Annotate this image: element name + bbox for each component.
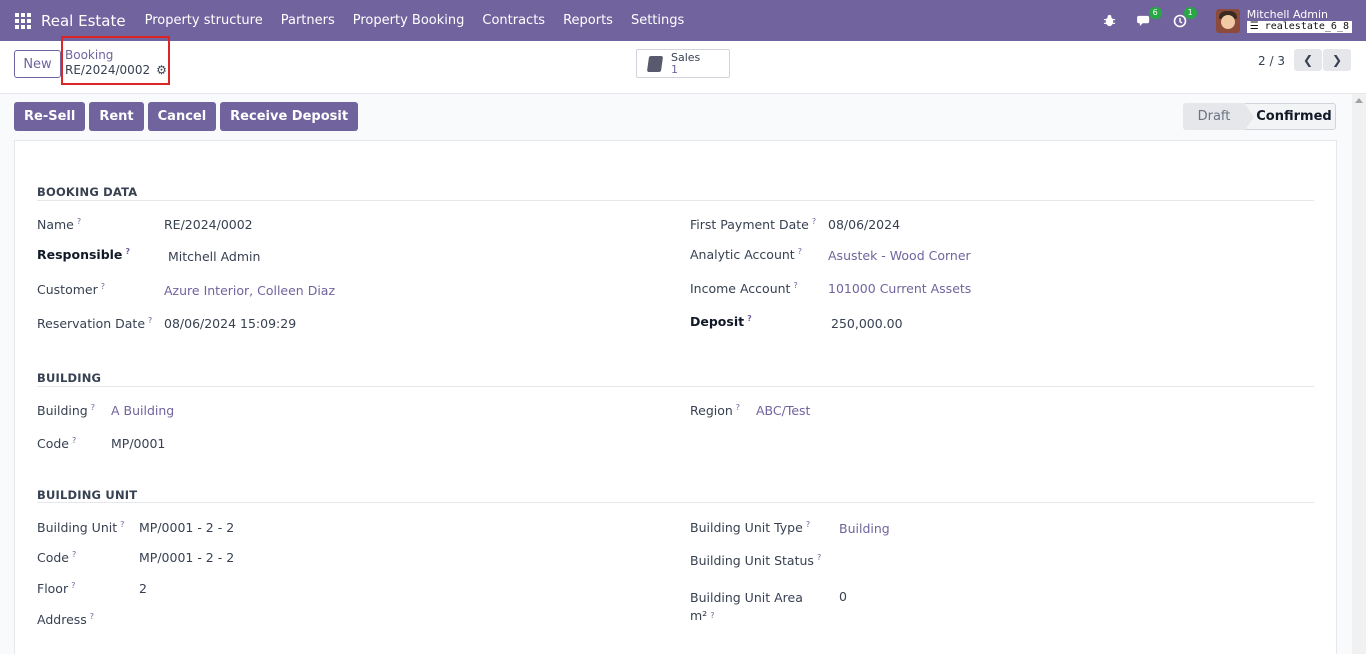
pager-next-button[interactable]: ❯ <box>1323 49 1351 71</box>
customer-value[interactable]: Azure Interior, Colleen Diaz <box>164 283 335 298</box>
building-unit-status-label: Building Unit Status? <box>690 553 822 568</box>
deposit-label: Deposit? <box>690 314 752 329</box>
rent-button[interactable]: Rent <box>89 102 144 131</box>
breadcrumb-current-label: RE/2024/0002 <box>65 63 151 77</box>
section-building: BUILDING <box>37 371 102 385</box>
income-account-value[interactable]: 101000 Current Assets <box>828 281 971 296</box>
menu-reports[interactable]: Reports <box>554 13 622 28</box>
apps-grid-icon[interactable] <box>15 12 31 29</box>
menu-property-structure[interactable]: Property structure <box>136 13 272 28</box>
status-confirmed[interactable]: Confirmed <box>1244 103 1336 131</box>
sales-label: Sales <box>671 50 701 64</box>
responsible-value[interactable]: Mitchell Admin <box>168 249 260 264</box>
pager-previous-button[interactable]: ❮ <box>1294 49 1322 71</box>
scroll-up-icon[interactable] <box>1355 98 1363 103</box>
responsible-label: Responsible? <box>37 247 131 262</box>
analytic-account-value[interactable]: Asustek - Wood Corner <box>828 248 971 263</box>
building-code-label: Code? <box>37 436 77 451</box>
book-icon <box>646 55 664 72</box>
breadcrumb-current: RE/2024/0002 ⚙ <box>65 62 167 78</box>
messages-icon[interactable]: 6 <box>1137 6 1162 29</box>
database-name: ☰ realestate_6_8 <box>1246 20 1352 33</box>
top-navbar: Real Estate Property structure Partners … <box>0 0 1366 41</box>
building-unit-area-value[interactable]: 0 <box>839 589 847 604</box>
building-value[interactable]: A Building <box>111 403 174 418</box>
section-divider <box>37 200 1314 201</box>
name-value[interactable]: RE/2024/0002 <box>164 217 253 232</box>
action-buttons: Re-Sell Rent Cancel Receive Deposit <box>14 102 362 131</box>
control-panel: New Booking RE/2024/0002 ⚙ Sales 1 2 / 3… <box>0 36 1366 94</box>
new-button[interactable]: New <box>14 50 61 78</box>
building-unit-label: Building Unit? <box>37 520 125 535</box>
customer-label: Customer? <box>37 282 105 297</box>
scrollbar[interactable] <box>1352 94 1366 654</box>
section-divider <box>37 502 1314 503</box>
activity-badge: 1 <box>1183 6 1197 19</box>
unit-code-label: Code? <box>37 550 77 565</box>
user-avatar[interactable] <box>1215 8 1240 33</box>
section-booking-data: BOOKING DATA <box>37 185 138 199</box>
building-unit-area-label: Building Unit Area m²? <box>690 590 803 623</box>
region-value[interactable]: ABC/Test <box>756 403 810 418</box>
app-brand[interactable]: Real Estate <box>41 12 126 30</box>
systray: 6 1 Mitchell Admin ☰ realestate_6_8 <box>1083 0 1352 41</box>
messages-badge: 6 <box>1148 6 1162 19</box>
status-bar: Draft Confirmed <box>1183 103 1336 131</box>
address-label: Address? <box>37 612 95 627</box>
user-menu[interactable]: Mitchell Admin ☰ realestate_6_8 <box>1246 7 1352 33</box>
database-icon: ☰ <box>1249 20 1259 32</box>
first-payment-date-value[interactable]: 08/06/2024 <box>828 217 900 232</box>
breadcrumb: Booking RE/2024/0002 ⚙ <box>61 36 170 85</box>
menu-partners[interactable]: Partners <box>272 13 344 28</box>
region-label: Region? <box>690 403 741 418</box>
activity-clock-icon[interactable]: 1 <box>1172 6 1197 29</box>
user-name: Mitchell Admin <box>1246 7 1329 21</box>
chevron-right-icon: ❯ <box>1331 53 1343 67</box>
first-payment-date-label: First Payment Date? <box>690 217 817 232</box>
resell-button[interactable]: Re-Sell <box>14 102 86 131</box>
floor-value[interactable]: 2 <box>139 581 147 596</box>
database-label: realestate_6_8 <box>1264 20 1349 32</box>
unit-code-value[interactable]: MP/0001 - 2 - 2 <box>139 550 234 565</box>
name-label: Name? <box>37 217 82 232</box>
building-unit-value[interactable]: MP/0001 - 2 - 2 <box>139 520 234 535</box>
gear-icon[interactable]: ⚙ <box>156 62 167 78</box>
building-unit-type-label: Building Unit Type? <box>690 520 811 535</box>
analytic-account-label: Analytic Account? <box>690 247 802 262</box>
receive-deposit-button[interactable]: Receive Deposit <box>220 102 359 131</box>
chevron-left-icon: ❮ <box>1302 53 1314 67</box>
deposit-value[interactable]: 250,000.00 <box>831 316 903 331</box>
menu-settings[interactable]: Settings <box>622 13 693 28</box>
sales-smart-button[interactable]: Sales 1 <box>636 49 730 78</box>
bug-icon[interactable] <box>1102 13 1118 29</box>
building-code-value[interactable]: MP/0001 <box>111 436 165 451</box>
menu-property-booking[interactable]: Property Booking <box>344 13 474 28</box>
pager-value[interactable]: 2 / 3 <box>1258 54 1285 68</box>
income-account-label: Income Account? <box>690 281 798 296</box>
building-label: Building? <box>37 403 95 418</box>
breadcrumb-parent[interactable]: Booking <box>65 49 166 62</box>
building-unit-type-value[interactable]: Building <box>839 521 890 536</box>
sales-count: 1 <box>671 62 678 76</box>
menu-contracts[interactable]: Contracts <box>473 13 554 28</box>
section-divider <box>37 386 1314 387</box>
cancel-button[interactable]: Cancel <box>147 102 217 131</box>
section-building-unit: BUILDING UNIT <box>37 488 138 502</box>
reservation-date-label: Reservation Date? <box>37 316 153 331</box>
reservation-date-value[interactable]: 08/06/2024 15:09:29 <box>164 316 296 331</box>
floor-label: Floor? <box>37 581 76 596</box>
status-draft[interactable]: Draft <box>1183 103 1245 130</box>
